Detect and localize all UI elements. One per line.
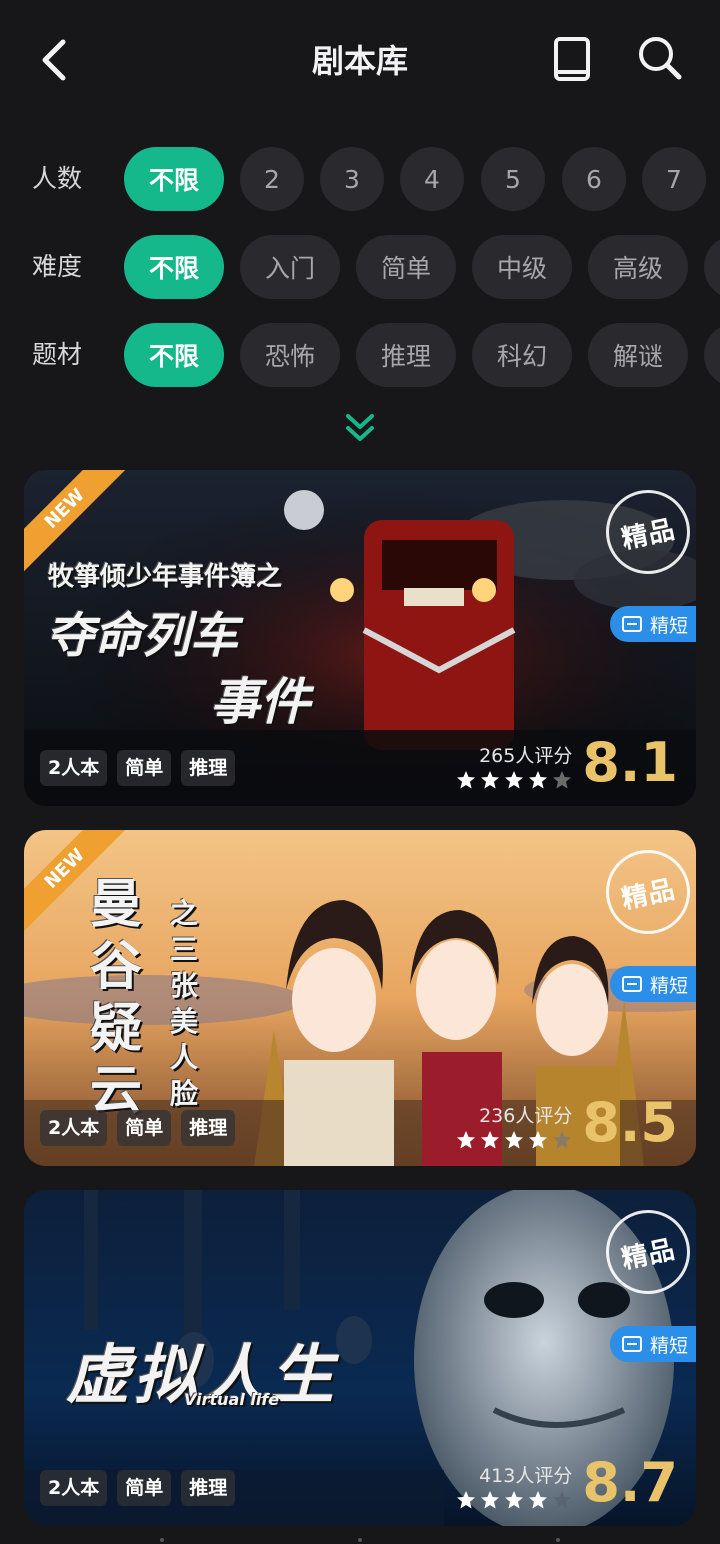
star-rating	[456, 1490, 572, 1510]
header-bar: 剧本库	[0, 0, 720, 120]
short-label: 精短	[650, 614, 689, 637]
search-button[interactable]	[634, 32, 686, 84]
chip-theme-any[interactable]: 不限	[124, 323, 224, 387]
tag-player-count: 2人本	[40, 1110, 108, 1146]
chip-difficulty-easy[interactable]: 简单	[356, 235, 456, 299]
star-icon	[481, 1491, 500, 1509]
star-icon	[505, 1131, 524, 1149]
filter-label-players: 人数	[32, 164, 83, 193]
chip-players-4[interactable]: 4	[400, 147, 464, 211]
new-label: NEW	[24, 830, 129, 933]
filter-row-difficulty: 难度 不限 入门 简单 中级 高级	[0, 235, 720, 299]
card-rating: 413人评分 8.7	[456, 1456, 678, 1510]
star-empty-icon	[553, 1131, 572, 1149]
rating-score: 8.7	[582, 1451, 678, 1514]
filter-row-players: 人数 不限 2 3 4 5 6 7	[0, 147, 720, 211]
short-label: 精短	[650, 974, 689, 997]
short-label: 精短	[650, 1334, 689, 1357]
script-card-1[interactable]: 牧箏倾少年事件簿之 夺命列车 事件 NEW 精品 精短 2人本 简单 推理 26…	[24, 470, 696, 806]
filter-label-theme: 题材	[32, 340, 83, 369]
filter-row-theme: 题材 不限 恐怖 推理 科幻 解谜	[0, 323, 720, 387]
chip-theme-horror[interactable]: 恐怖	[240, 323, 340, 387]
premium-label: 精品	[618, 1234, 679, 1275]
chip-players-6[interactable]: 6	[562, 147, 626, 211]
premium-label: 精品	[618, 874, 679, 915]
tag-difficulty: 简单	[117, 1110, 172, 1146]
chip-players-any[interactable]: 不限	[124, 147, 224, 211]
chip-theme-more[interactable]	[704, 323, 720, 387]
tag-genre: 推理	[181, 1110, 236, 1146]
script-card-3[interactable]: 虚拟人生 Virtual life 精品 精短 2人本 简单 推理 413人评分…	[24, 1190, 696, 1526]
star-empty-icon	[553, 1491, 572, 1509]
filter-label-difficulty: 难度	[32, 252, 83, 281]
tag-difficulty: 简单	[117, 750, 172, 786]
card-tags: 2人本 简单 推理	[40, 1110, 236, 1146]
new-ribbon: NEW	[24, 470, 134, 580]
rating-count: 265人评分	[479, 745, 573, 767]
short-icon	[622, 1336, 642, 1352]
star-icon	[529, 1131, 548, 1149]
chip-difficulty-medium[interactable]: 中级	[472, 235, 572, 299]
library-button[interactable]	[548, 34, 596, 86]
short-icon	[622, 976, 642, 992]
rating-count: 413人评分	[479, 1465, 573, 1487]
star-rating	[456, 1130, 572, 1150]
short-badge: 精短	[610, 606, 696, 642]
new-ribbon: NEW	[24, 830, 134, 940]
chip-theme-scifi[interactable]: 科幻	[472, 323, 572, 387]
card-subtitle: 之三张美人脸	[170, 897, 199, 1110]
chip-difficulty-more[interactable]	[704, 235, 720, 299]
star-icon	[481, 1131, 500, 1149]
card-title-english: Virtual life	[184, 1390, 280, 1409]
chip-players-2[interactable]: 2	[240, 147, 304, 211]
card-tags: 2人本 简单 推理	[40, 1470, 236, 1506]
premium-label: 精品	[618, 514, 679, 555]
star-icon	[529, 1491, 548, 1509]
tag-genre: 推理	[181, 750, 236, 786]
tag-player-count: 2人本	[40, 750, 108, 786]
chip-players-7[interactable]: 7	[642, 147, 706, 211]
star-icon	[505, 1491, 524, 1509]
star-icon	[457, 1131, 476, 1149]
tag-player-count: 2人本	[40, 1470, 108, 1506]
search-icon	[639, 37, 682, 80]
tag-genre: 推理	[181, 1470, 236, 1506]
short-badge: 精短	[610, 1326, 696, 1362]
star-icon	[529, 771, 548, 789]
double-chevron-down-icon	[346, 414, 374, 441]
chip-theme-puzzle[interactable]: 解谜	[588, 323, 688, 387]
card-tags: 2人本 简单 推理	[40, 750, 236, 786]
scroll-indicator	[160, 1538, 560, 1542]
card-title: 夺命列车	[46, 608, 239, 664]
star-empty-icon	[553, 771, 572, 789]
card-rating: 236人评分 8.5	[456, 1096, 678, 1150]
chip-difficulty-any[interactable]: 不限	[124, 235, 224, 299]
rating-score: 8.1	[582, 731, 678, 794]
expand-filters-button[interactable]	[340, 408, 380, 448]
script-card-2[interactable]: 曼谷疑云 之三张美人脸 NEW 精品 精短 2人本 简单 推理 236人评分 8…	[24, 830, 696, 1166]
page-title: 剧本库	[311, 42, 408, 80]
star-icon	[505, 771, 524, 789]
star-rating	[456, 770, 572, 790]
star-icon	[457, 771, 476, 789]
short-icon	[622, 616, 642, 632]
card-title-line2: 事件	[210, 673, 310, 731]
star-icon	[457, 1491, 476, 1509]
tag-difficulty: 简单	[117, 1470, 172, 1506]
short-badge: 精短	[610, 966, 696, 1002]
card-rating: 265人评分 8.1	[456, 736, 678, 790]
chip-players-5[interactable]: 5	[481, 147, 545, 211]
rating-count: 236人评分	[479, 1105, 573, 1127]
chip-difficulty-beginner[interactable]: 入门	[240, 235, 340, 299]
star-icon	[481, 771, 500, 789]
new-label: NEW	[24, 470, 129, 573]
chip-difficulty-advanced[interactable]: 高级	[588, 235, 688, 299]
book-icon	[554, 37, 590, 81]
rating-score: 8.5	[582, 1091, 678, 1154]
chip-theme-mystery[interactable]: 推理	[356, 323, 456, 387]
chip-players-3[interactable]: 3	[320, 147, 384, 211]
